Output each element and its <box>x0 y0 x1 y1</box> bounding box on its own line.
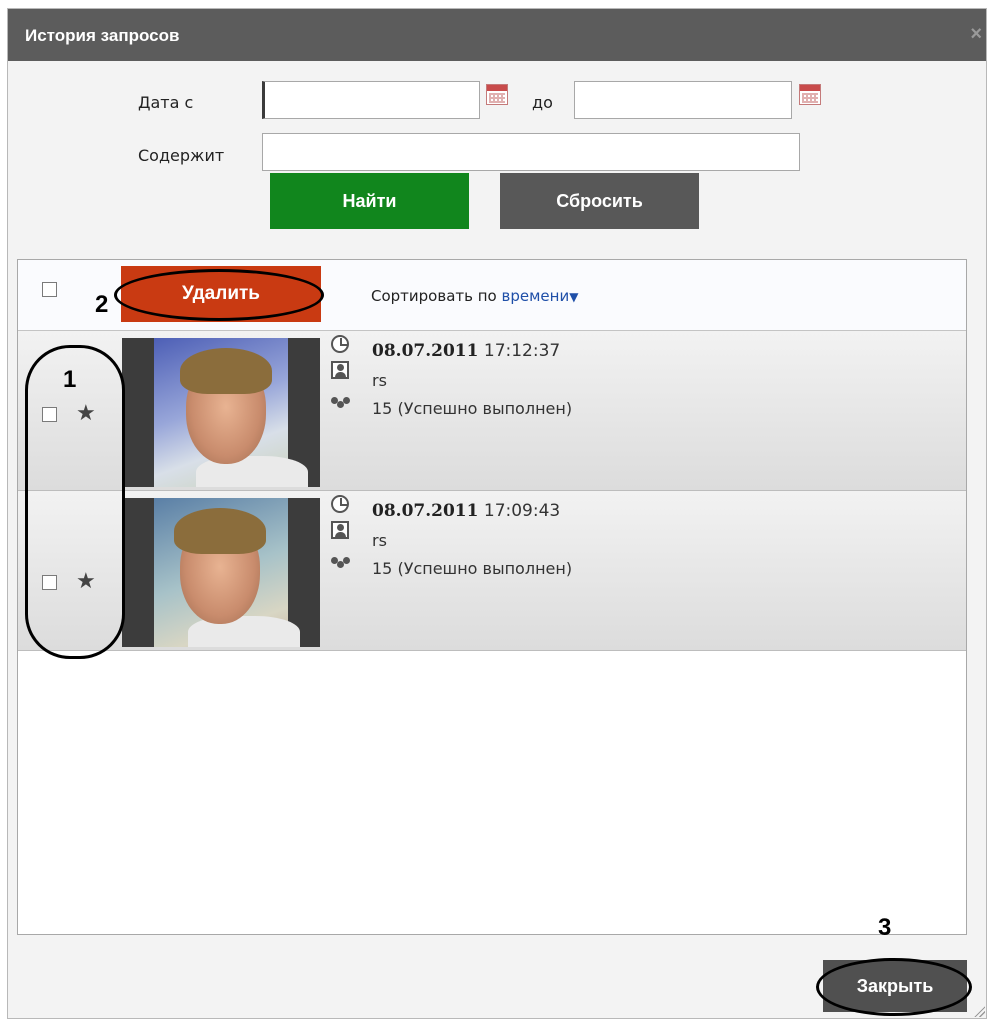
dialog-title: История запросов <box>25 26 180 45</box>
date-from-input[interactable] <box>262 81 480 119</box>
contains-label: Содержит <box>138 146 225 165</box>
reset-button[interactable]: Сбросить <box>500 173 699 229</box>
row-status: (Успешно выполнен) <box>397 399 573 418</box>
annotation-marker-3: 3 <box>878 914 892 941</box>
annotation-marker-2: 2 <box>95 291 109 318</box>
calendar-from-icon[interactable] <box>486 84 508 105</box>
results-header: Удалить Сортировать по времени▼ <box>18 260 966 331</box>
group-icon <box>331 557 351 571</box>
date-to-input[interactable] <box>574 81 792 119</box>
user-icon <box>331 521 349 539</box>
row-date: 08.07.2011 <box>372 341 479 361</box>
clock-icon <box>331 495 349 513</box>
annotation-marker-1: 1 <box>63 366 77 393</box>
resize-grip-icon[interactable] <box>973 1005 985 1017</box>
group-icon <box>331 397 351 411</box>
select-all-checkbox[interactable] <box>42 282 57 297</box>
user-icon <box>331 361 349 379</box>
calendar-to-icon[interactable] <box>799 84 821 105</box>
row-datetime: 08.07.2011 17:09:43 <box>372 501 560 521</box>
sort-arrow-icon[interactable]: ▼ <box>569 290 578 304</box>
row-time: 17:09:43 <box>483 501 561 521</box>
row-user: rs <box>372 531 387 550</box>
results-panel: Удалить Сортировать по времени▼ ★ 08.07.… <box>17 259 967 935</box>
annotation-ring-delete <box>114 269 324 321</box>
row-count: 15 <box>372 559 393 578</box>
sort-field-link[interactable]: времени <box>502 287 570 305</box>
contains-input[interactable] <box>262 133 800 171</box>
row-count: 15 <box>372 399 393 418</box>
close-icon[interactable]: × <box>970 23 982 46</box>
annotation-ring-close <box>816 958 972 1016</box>
find-button[interactable]: Найти <box>270 173 469 229</box>
result-row[interactable]: ★ 08.07.2011 17:12:37 rs 15 (Успешно вып… <box>18 331 966 491</box>
clock-icon <box>331 335 349 353</box>
face-thumbnail[interactable] <box>122 338 320 487</box>
face-thumbnail[interactable] <box>122 498 320 647</box>
sort-control: Сортировать по времени▼ <box>371 287 578 305</box>
row-result: 15 (Успешно выполнен) <box>372 559 572 578</box>
row-result: 15 (Успешно выполнен) <box>372 399 572 418</box>
row-date: 08.07.2011 <box>372 501 479 521</box>
row-user: rs <box>372 371 387 390</box>
sort-prefix: Сортировать по <box>371 287 497 305</box>
date-from-label: Дата с <box>138 93 194 112</box>
result-row[interactable]: ★ 08.07.2011 17:09:43 rs 15 (Успешно вып… <box>18 491 966 651</box>
thumbnail-hair <box>180 348 272 394</box>
row-status: (Успешно выполнен) <box>397 559 573 578</box>
row-time: 17:12:37 <box>483 341 561 361</box>
thumbnail-hair <box>174 508 266 554</box>
row-datetime: 08.07.2011 17:12:37 <box>372 341 560 361</box>
date-to-label: до <box>532 93 553 112</box>
dialog-titlebar[interactable]: История запросов × <box>8 9 986 61</box>
